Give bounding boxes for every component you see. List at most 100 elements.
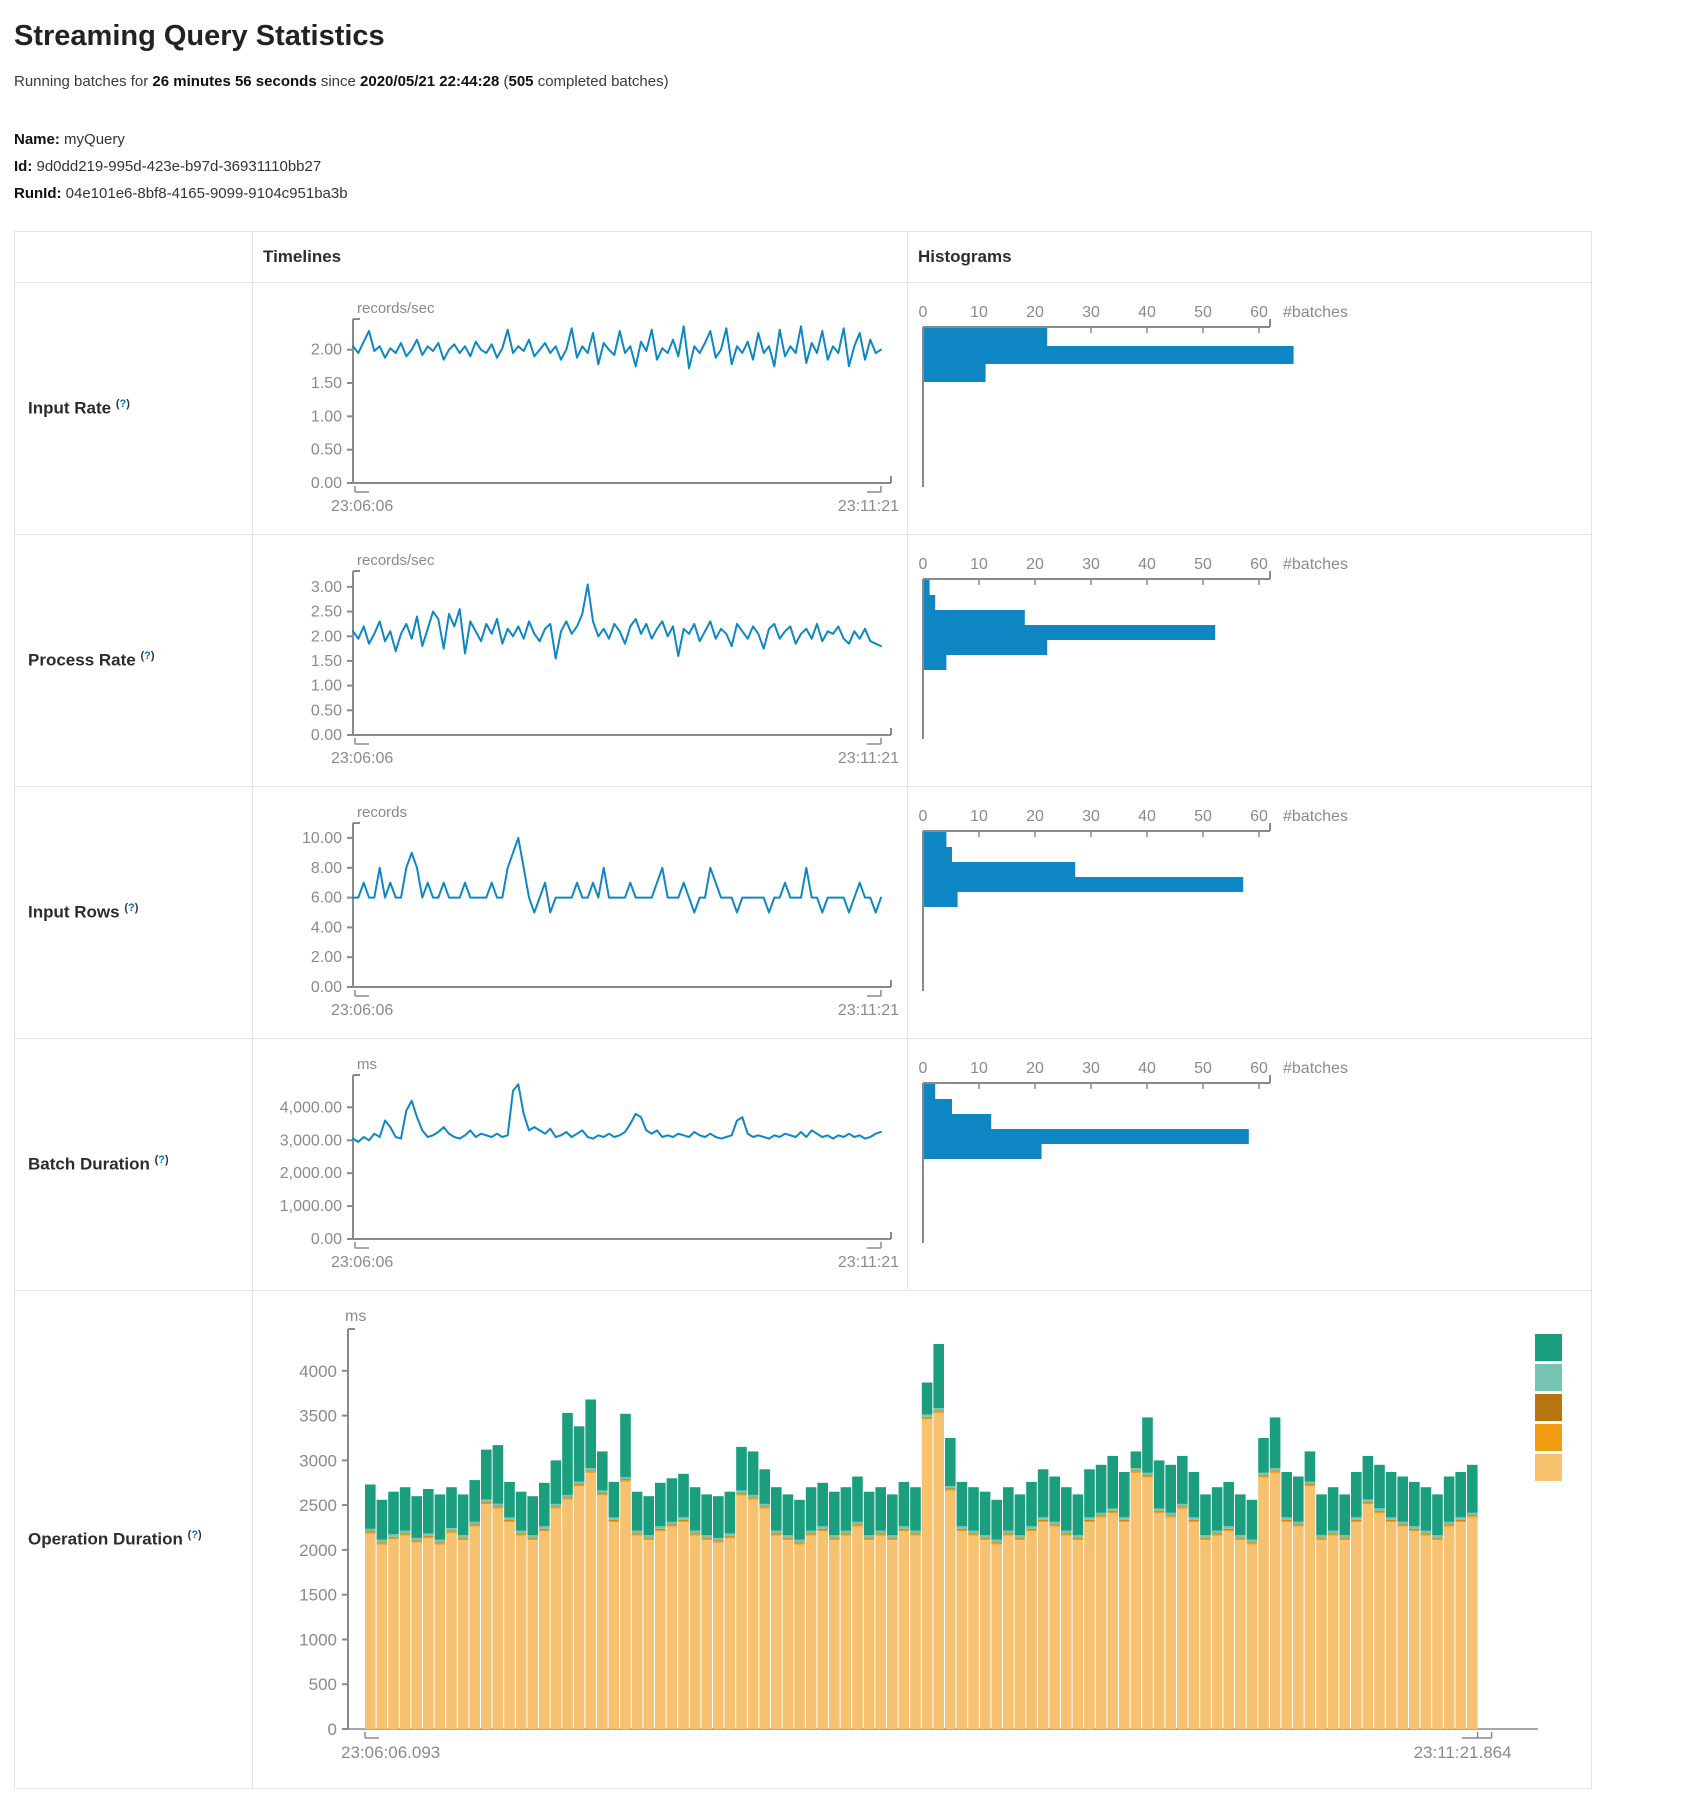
timelines-header: Timelines — [253, 232, 908, 283]
empty-header-cell — [15, 232, 253, 283]
svg-text:23:06:06: 23:06:06 — [331, 1002, 393, 1019]
svg-text:1.00: 1.00 — [311, 408, 342, 425]
svg-text:#batches: #batches — [1283, 808, 1348, 825]
input-rows-help-link[interactable]: (?) — [124, 902, 138, 914]
svg-text:50: 50 — [1194, 1060, 1212, 1077]
row-label: Batch Duration — [28, 1155, 150, 1174]
batch-duration-row: Batch Duration (?) ms4,000.003,000.002,0… — [15, 1039, 1592, 1291]
operation-duration-legend — [1535, 1334, 1562, 1484]
svg-text:23:06:06: 23:06:06 — [331, 750, 393, 767]
svg-text:2.00: 2.00 — [311, 342, 342, 359]
svg-text:8.00: 8.00 — [311, 860, 342, 877]
svg-text:40: 40 — [1138, 556, 1156, 573]
svg-text:60: 60 — [1250, 1060, 1268, 1077]
row-label: Process Rate — [28, 651, 136, 670]
svg-text:#batches: #batches — [1283, 304, 1348, 321]
svg-text:23:06:06: 23:06:06 — [331, 1254, 393, 1271]
process-rate-row: Process Rate (?) records/sec3.002.502.00… — [15, 535, 1592, 787]
process-rate-help-link[interactable]: (?) — [140, 650, 154, 662]
svg-text:20: 20 — [1026, 1060, 1044, 1077]
svg-text:50: 50 — [1194, 556, 1212, 573]
svg-text:3500: 3500 — [299, 1407, 337, 1426]
svg-text:23:11:21.864: 23:11:21.864 — [1414, 1743, 1512, 1762]
svg-text:3,000.00: 3,000.00 — [280, 1132, 342, 1149]
svg-text:2,000.00: 2,000.00 — [280, 1165, 342, 1182]
svg-text:ms: ms — [345, 1308, 366, 1325]
row-label: Input Rate — [28, 399, 111, 418]
svg-text:10: 10 — [970, 1060, 988, 1077]
query-metadata: Name: myQuery Id: 9d0dd219-995d-423e-b97… — [14, 126, 1679, 207]
svg-text:0.00: 0.00 — [311, 727, 342, 744]
row-label: Input Rows — [28, 903, 120, 922]
histograms-header: Histograms — [908, 232, 1592, 283]
svg-text:30: 30 — [1082, 808, 1100, 825]
svg-text:0.00: 0.00 — [311, 1231, 342, 1248]
svg-text:#batches: #batches — [1283, 1060, 1348, 1077]
svg-text:1000: 1000 — [299, 1631, 337, 1650]
input-rows-timeline-chart: records10.008.006.004.002.000.0023:06:06… — [253, 787, 908, 1039]
svg-text:records/sec: records/sec — [357, 300, 435, 317]
operation-duration-row: Operation Duration (?) ms400035003000250… — [15, 1291, 1592, 1789]
query-runid-line: RunId: 04e101e6-8bf8-4165-9099-9104c951b… — [14, 180, 1679, 207]
input-rate-timeline-chart: records/sec2.001.501.000.500.0023:06:062… — [253, 283, 908, 535]
svg-text:1.50: 1.50 — [311, 375, 342, 392]
svg-text:20: 20 — [1026, 304, 1044, 321]
svg-text:0: 0 — [919, 1060, 928, 1077]
legend-swatch — [1535, 1364, 1562, 1391]
svg-text:10: 10 — [970, 808, 988, 825]
svg-text:2.00: 2.00 — [311, 949, 342, 966]
operation-duration-stacked-chart: ms4000350030002500200015001000500023:06:… — [253, 1299, 1591, 1788]
svg-text:500: 500 — [309, 1675, 337, 1694]
legend-swatch — [1535, 1454, 1562, 1481]
batch-duration-help-link[interactable]: (?) — [155, 1154, 169, 1166]
operation-duration-label-cell: Operation Duration (?) — [15, 1291, 253, 1789]
query-name-line: Name: myQuery — [14, 126, 1679, 153]
svg-text:1,000.00: 1,000.00 — [280, 1198, 342, 1215]
statistics-table: Timelines Histograms Input Rate (?) reco… — [14, 231, 1592, 1789]
row-label: Operation Duration — [28, 1530, 183, 1549]
legend-swatch — [1535, 1424, 1562, 1451]
svg-text:records/sec: records/sec — [357, 552, 435, 569]
start-timestamp: 2020/05/21 22:44:28 — [360, 73, 499, 90]
svg-text:records: records — [357, 804, 407, 821]
process-rate-histogram-chart: 0102030405060#batches — [908, 535, 1592, 787]
svg-text:20: 20 — [1026, 808, 1044, 825]
svg-text:40: 40 — [1138, 1060, 1156, 1077]
page-title: Streaming Query Statistics — [14, 20, 1679, 53]
input-rate-help-link[interactable]: (?) — [116, 398, 130, 410]
completed-batches-count: 505 — [509, 73, 534, 90]
input-rate-row: Input Rate (?) records/sec 2.00 1.50 1.00 0.… — [15, 283, 1592, 535]
svg-text:1.50: 1.50 — [311, 653, 342, 670]
svg-text:60: 60 — [1250, 808, 1268, 825]
svg-text:23:11:21: 23:11:21 — [838, 1254, 899, 1271]
svg-text:50: 50 — [1194, 808, 1212, 825]
process-rate-timeline-chart: records/sec3.002.502.001.501.000.500.002… — [253, 535, 908, 787]
svg-text:10: 10 — [970, 556, 988, 573]
svg-text:0.50: 0.50 — [311, 702, 342, 719]
svg-text:30: 30 — [1082, 304, 1100, 321]
svg-text:0.50: 0.50 — [311, 442, 342, 459]
svg-text:23:06:06.093: 23:06:06.093 — [341, 1743, 440, 1762]
svg-text:1.00: 1.00 — [311, 678, 342, 695]
svg-text:60: 60 — [1250, 304, 1268, 321]
svg-text:4.00: 4.00 — [311, 919, 342, 936]
svg-text:ms: ms — [357, 1056, 377, 1073]
running-batches-summary: Running batches for 26 minutes 56 second… — [14, 73, 1679, 90]
operation-duration-help-link[interactable]: (?) — [188, 1529, 202, 1541]
legend-swatch — [1535, 1394, 1562, 1421]
svg-text:0: 0 — [919, 304, 928, 321]
query-id-line: Id: 9d0dd219-995d-423e-b97d-36931110bb27 — [14, 153, 1679, 180]
svg-text:0: 0 — [328, 1720, 337, 1739]
svg-text:4000: 4000 — [299, 1362, 337, 1381]
svg-text:23:11:21: 23:11:21 — [838, 750, 899, 767]
svg-text:10: 10 — [970, 304, 988, 321]
svg-text:30: 30 — [1082, 1060, 1100, 1077]
svg-text:0: 0 — [919, 556, 928, 573]
svg-text:10.00: 10.00 — [302, 830, 342, 847]
svg-text:23:06:06: 23:06:06 — [331, 498, 393, 515]
svg-text:23:11:21: 23:11:21 — [838, 498, 899, 515]
svg-text:2.00: 2.00 — [311, 628, 342, 645]
svg-text:3.00: 3.00 — [311, 579, 342, 596]
input-rows-label-cell: Input Rows (?) — [15, 787, 253, 1039]
query-id: 9d0dd219-995d-423e-b97d-36931110bb27 — [37, 158, 322, 175]
